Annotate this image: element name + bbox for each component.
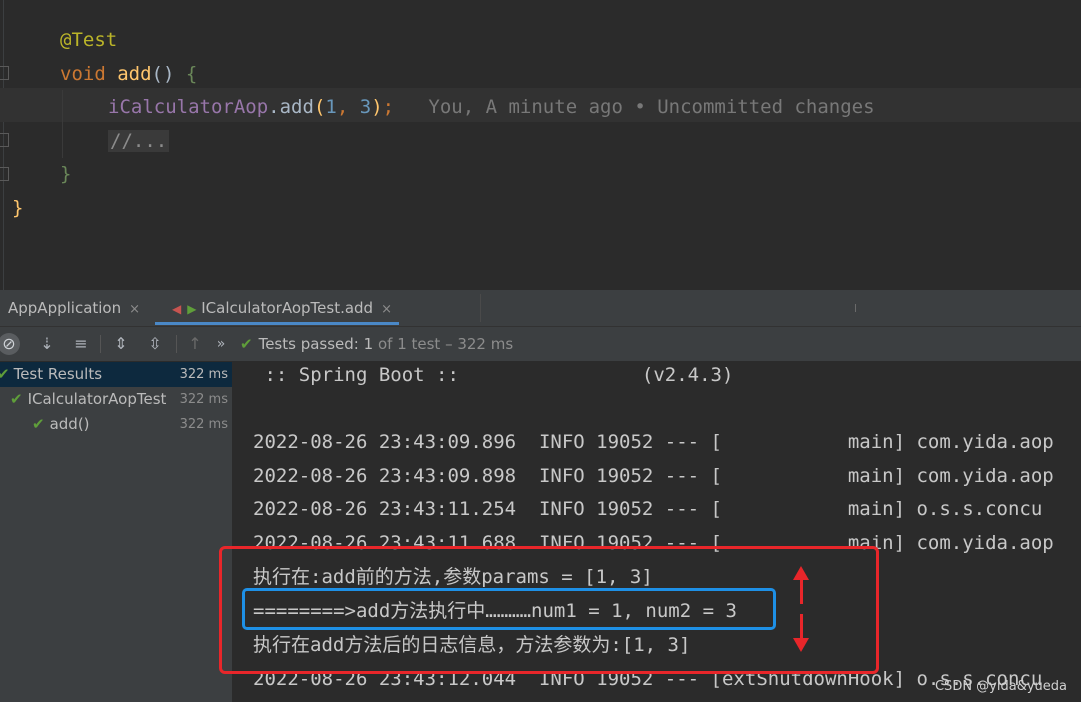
close-brace-inner: } — [60, 163, 72, 185]
run-config-icon: ◀ — [172, 302, 182, 316]
test-results-tree: ✔ Test Results 322 ms ✔ ICalculatorAopTest… — [0, 362, 233, 702]
divider — [480, 294, 481, 322]
keyword-void: void — [60, 63, 106, 85]
expand-all-icon[interactable]: ⇕ — [110, 333, 132, 355]
fold-marker[interactable] — [0, 66, 9, 80]
check-icon: ✔ — [240, 335, 253, 353]
duration: 322 ms — [179, 392, 228, 407]
collapsed-comment[interactable]: //... — [108, 130, 170, 152]
tree-item-label: Test Results — [13, 365, 103, 383]
fold-marker[interactable] — [0, 133, 9, 147]
console-line: 2022-08-26 23:43:11.254 INFO 19052 --- [… — [253, 498, 1043, 520]
active-tab-indicator — [155, 322, 399, 325]
tab-app-application[interactable]: AppApplication × — [8, 290, 140, 326]
check-icon: ✔ — [32, 415, 45, 433]
tree-item-test-class[interactable]: ✔ ICalculatorAopTest 322 ms — [0, 387, 232, 412]
call-arg-separator: , — [336, 96, 360, 118]
duration: 322 ms — [179, 417, 228, 432]
code-line-close-inner[interactable]: } — [60, 161, 71, 187]
more-actions-icon[interactable]: » — [210, 333, 232, 355]
divider — [855, 304, 856, 312]
method-parens: () — [151, 63, 175, 85]
call-dot: . — [268, 96, 280, 118]
arrow-shaft — [800, 578, 803, 604]
divider — [100, 335, 101, 353]
code-line-call[interactable]: iCalculatorAop.add(1, 3); You, A minute … — [108, 94, 875, 120]
tab-label: ICalculatorAopTest.add — [201, 299, 374, 317]
status-label: Tests passed: — [258, 335, 359, 353]
collapse-all-icon[interactable]: ⇳ — [144, 333, 166, 355]
check-icon: ✔ — [0, 365, 10, 383]
sort-alphabetically-icon[interactable]: ⇣ — [36, 333, 58, 355]
tree-item-test-method[interactable]: ✔ add() 322 ms — [0, 412, 232, 437]
run-tool-window-tabs: AppApplication × ◀ ▶ ICalculatorAopTest.ad… — [0, 290, 1081, 327]
tree-item-label: ICalculatorAopTest — [27, 390, 167, 408]
console-line: :: Spring Boot :: (v2.4.3) — [253, 364, 734, 386]
code-line-method-signature[interactable]: void add() { — [60, 61, 197, 87]
tree-item-label: add() — [49, 415, 90, 433]
test-status: ✔ Tests passed: 1 of 1 test – 322 ms — [240, 327, 513, 361]
check-icon: ✔ — [10, 390, 23, 408]
call-close-paren: ) — [371, 96, 383, 118]
code-editor[interactable]: @Test void add() { iCalculatorAop.add(1,… — [0, 0, 1081, 290]
annotation-text: @Test — [60, 29, 118, 51]
test-runner-toolbar: ⊘ ⇣ ≡ ⇕ ⇳ ↑ » ✔ Tests passed: 1 of 1 test… — [0, 327, 1081, 362]
tab-label: AppApplication — [8, 299, 122, 317]
close-icon[interactable]: × — [129, 302, 140, 317]
code-line-close-outer[interactable]: } — [12, 195, 23, 221]
fold-marker[interactable] — [0, 167, 9, 181]
git-blame-annotation: You, A minute ago • Uncommitted changes — [428, 96, 875, 118]
status-detail: of 1 test – 322 ms — [377, 335, 514, 353]
console-line: 2022-08-26 23:43:09.898 INFO 19052 --- [… — [253, 465, 1054, 487]
watermark: CSDN @yida&yueda — [934, 679, 1067, 694]
indent-guide — [62, 90, 63, 158]
method-name: add — [117, 63, 152, 85]
console-line: 2022-08-26 23:43:09.896 INFO 19052 --- [… — [253, 431, 1054, 453]
divider — [176, 335, 177, 353]
tab-icalculator-aop-test-add[interactable]: ◀ ▶ ICalculatorAopTest.add × — [172, 290, 392, 326]
open-brace: { — [185, 63, 198, 85]
code-line-annotation[interactable]: @Test — [60, 27, 117, 53]
arrow-down-icon — [793, 638, 809, 652]
call-method: add — [279, 96, 314, 118]
previous-failed-icon[interactable]: ↑ — [184, 333, 206, 355]
call-open-paren: ( — [313, 96, 326, 118]
close-icon[interactable]: × — [381, 302, 392, 317]
sort-by-duration-icon[interactable]: ≡ — [70, 333, 92, 355]
call-arg-2: 3 — [359, 96, 372, 118]
code-line-collapsed[interactable]: //... — [108, 128, 170, 154]
semicolon: ; — [382, 96, 395, 118]
tree-item-test-results[interactable]: ✔ Test Results 322 ms — [0, 362, 232, 387]
call-arg-1: 1 — [325, 96, 337, 118]
duration: 322 ms — [179, 367, 228, 382]
run-config-icon-right: ▶ — [187, 302, 197, 316]
close-brace-outer: } — [12, 197, 24, 219]
stop-icon[interactable]: ⊘ — [0, 333, 20, 355]
call-target: iCalculatorAop — [108, 96, 269, 118]
status-count: 1 — [363, 335, 374, 353]
blue-highlight-box — [242, 588, 776, 630]
